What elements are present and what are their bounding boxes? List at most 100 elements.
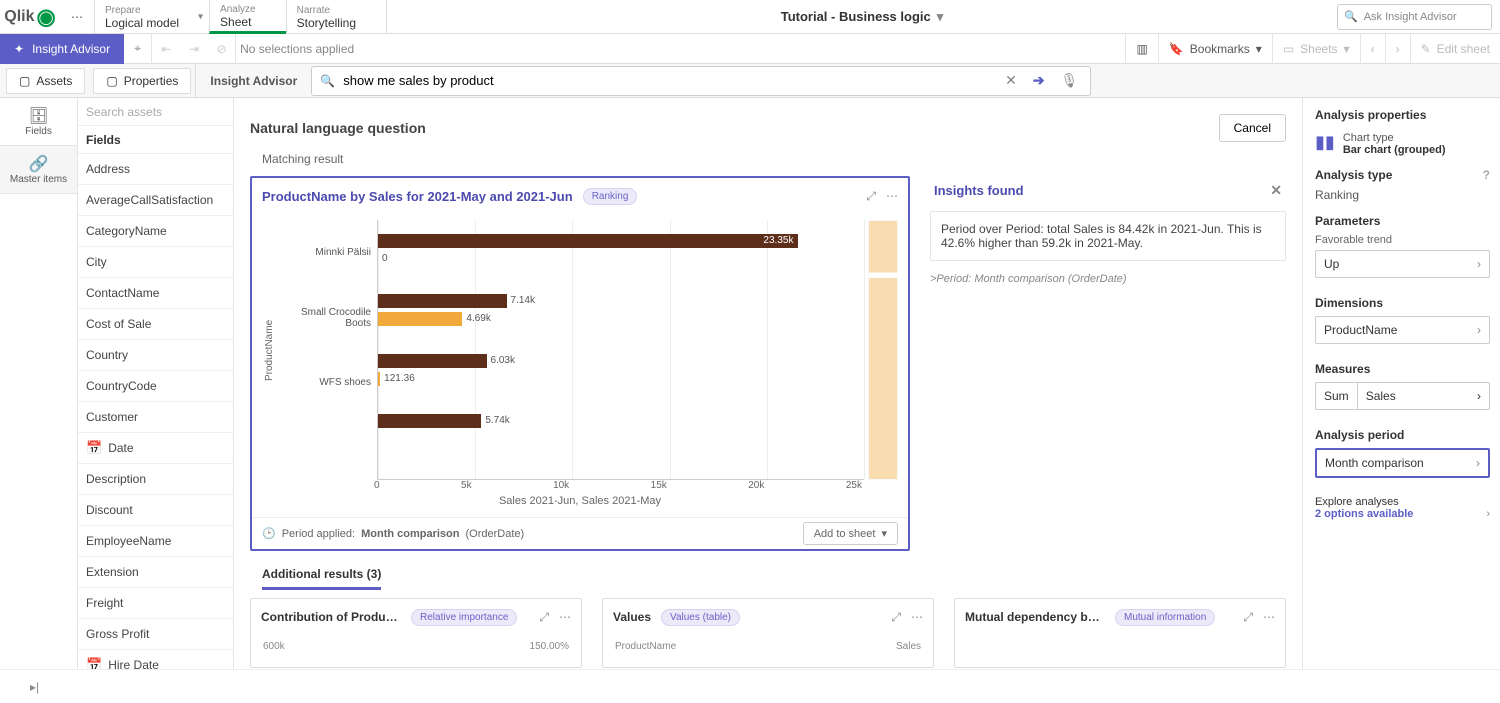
asset-field-item[interactable]: Discount <box>78 495 233 526</box>
asset-field-item[interactable]: Gross Profit <box>78 619 233 650</box>
bar-segment[interactable] <box>378 312 462 326</box>
nlq-search-bar[interactable]: 🔍 ✕ ➔ 🎙 <box>311 66 1091 96</box>
asset-field-item[interactable]: Customer <box>78 402 233 433</box>
chevron-right-icon: › <box>1476 456 1480 470</box>
nav-tab-narrate[interactable]: Narrate Storytelling <box>286 0 387 34</box>
asset-field-label: Hire Date <box>108 658 159 669</box>
app-title[interactable]: Tutorial - Business logic ▾ <box>387 9 1337 25</box>
expand-icon[interactable]: ⤢ <box>891 610 901 625</box>
pencil-icon: ✎ <box>1421 42 1431 56</box>
bookmark-icon: 🔖 <box>1169 42 1184 56</box>
bar-segment[interactable] <box>378 234 798 248</box>
additional-result-card[interactable]: Values Values (table) ⤢ ⋯ ProductName Sa… <box>602 598 934 668</box>
nav-tab-big: Storytelling <box>297 16 356 30</box>
bar-segment[interactable] <box>378 372 380 386</box>
asset-field-item[interactable]: Country <box>78 340 233 371</box>
analysis-badge: Relative importance <box>411 609 517 626</box>
asset-field-label: Country <box>86 348 128 362</box>
additional-result-card[interactable]: Mutual dependency bet... Mutual informat… <box>954 598 1286 668</box>
more-icon[interactable]: ⋯ <box>911 610 923 625</box>
y-category-label <box>277 418 371 478</box>
dimension-select[interactable]: ProductName› <box>1315 316 1490 344</box>
bar-chart-plot[interactable]: 23.35k07.14k4.69k6.03k121.365.74k <box>377 220 864 480</box>
properties-toggle[interactable]: ▢ Properties <box>93 68 191 94</box>
sheets-button[interactable]: ▭ Sheets ▾ <box>1272 34 1360 64</box>
additional-results-tab[interactable]: Additional results (3) <box>262 567 381 590</box>
submit-icon[interactable]: ➔ <box>1029 72 1049 89</box>
chart-title: ProductName by Sales for 2021-May and 20… <box>262 189 573 204</box>
x-tick-label: 5k <box>461 480 472 491</box>
open-panel-icon[interactable]: ▸| <box>30 680 39 694</box>
nav-tab-prepare[interactable]: Prepare Logical model ▾ <box>94 0 209 34</box>
calendar-icon: 📅 <box>86 657 102 669</box>
analysis-period-label: Analysis period <box>1315 428 1490 442</box>
ask-insight-input[interactable]: 🔍 Ask Insight Advisor <box>1337 4 1492 30</box>
asset-field-item[interactable]: ContactName <box>78 278 233 309</box>
mic-icon[interactable]: 🎙 <box>1057 72 1083 89</box>
help-icon[interactable]: ? <box>1483 168 1490 182</box>
step-forward-icon[interactable]: ⇥ <box>180 34 208 64</box>
more-icon[interactable]: ⋯ <box>1263 610 1275 625</box>
selections-tool-icon[interactable]: ▥ <box>1125 34 1157 64</box>
asset-field-item[interactable]: Address <box>78 154 233 185</box>
add-to-sheet-button[interactable]: Add to sheet ▾ <box>803 522 898 545</box>
asset-field-item[interactable]: City <box>78 247 233 278</box>
next-sheet-button[interactable]: › <box>1385 34 1410 64</box>
expand-icon[interactable]: ⤢ <box>866 189 876 204</box>
cancel-button[interactable]: Cancel <box>1219 114 1286 142</box>
asset-field-item[interactable]: EmployeeName <box>78 526 233 557</box>
search-icon: 🔍 <box>320 74 335 88</box>
bar-segment[interactable] <box>378 294 507 308</box>
close-icon[interactable]: ✕ <box>1270 182 1282 199</box>
asset-field-item[interactable]: 📅 Hire Date <box>78 650 233 669</box>
bar-segment[interactable] <box>378 414 481 428</box>
measure-agg[interactable]: Sum <box>1315 382 1357 410</box>
bar-value-label: 4.69k <box>466 313 490 324</box>
fav-trend-label: Favorable trend <box>1315 234 1490 246</box>
additional-card-title: Mutual dependency bet... <box>965 610 1105 624</box>
bar-segment[interactable] <box>378 354 487 368</box>
search-assets-input[interactable]: Search assets <box>78 98 233 126</box>
asset-field-item[interactable]: CountryCode <box>78 371 233 402</box>
asset-field-item[interactable]: CategoryName <box>78 216 233 247</box>
rail-fields[interactable]: 🗄 Fields <box>0 98 77 146</box>
x-tick-label: 15k <box>651 480 667 491</box>
more-icon[interactable]: ⋯ <box>559 610 571 625</box>
edit-sheet-button[interactable]: ✎ Edit sheet <box>1410 34 1500 64</box>
measure-field[interactable]: Sales › <box>1357 382 1490 410</box>
chart-minimap[interactable] <box>868 220 898 480</box>
asset-field-item[interactable]: Description <box>78 464 233 495</box>
asset-field-item[interactable]: Freight <box>78 588 233 619</box>
nlq-input[interactable] <box>343 73 993 88</box>
asset-field-item[interactable]: 📅Date <box>78 433 233 464</box>
step-back-icon[interactable]: ⇤ <box>152 34 180 64</box>
clear-icon[interactable]: ✕ <box>1001 72 1021 89</box>
global-menu-icon[interactable]: ⋯ <box>60 0 94 34</box>
bookmarks-button[interactable]: 🔖 Bookmarks ▾ <box>1158 34 1272 64</box>
measure-select[interactable]: Sum Sales › <box>1315 382 1490 410</box>
nav-tab-analyze[interactable]: Analyze Sheet <box>209 0 286 34</box>
more-icon[interactable]: ⋯ <box>886 189 898 204</box>
insight-advisor-button[interactable]: ✦ Insight Advisor <box>0 34 124 64</box>
smart-search-icon[interactable]: ⌖ <box>124 34 152 64</box>
expand-icon[interactable]: ⤢ <box>1243 610 1253 625</box>
chevron-down-icon: ▾ <box>937 9 944 25</box>
analysis-badge: Ranking <box>583 188 638 205</box>
clear-selections-icon[interactable]: ⊘ <box>208 34 236 64</box>
additional-result-card[interactable]: Contribution of Product... Relative impo… <box>250 598 582 668</box>
fav-trend-select[interactable]: Up› <box>1315 250 1490 278</box>
asset-field-item[interactable]: Cost of Sale <box>78 309 233 340</box>
asset-field-item[interactable]: AverageCallSatisfaction <box>78 185 233 216</box>
asset-field-item[interactable]: Extension <box>78 557 233 588</box>
link-icon: 🔗 <box>29 154 49 174</box>
additional-sub-right: Sales <box>896 641 921 652</box>
x-tick-label: 0 <box>374 480 380 491</box>
prev-sheet-button[interactable]: ‹ <box>1360 34 1385 64</box>
rail-master-items[interactable]: 🔗 Master items <box>0 146 77 194</box>
expand-icon[interactable]: ⤢ <box>539 610 549 625</box>
panel-icon: ▢ <box>19 74 30 88</box>
assets-toggle[interactable]: ▢ Assets <box>6 68 85 94</box>
explore-analyses-button[interactable]: Explore analyses 2 options available› <box>1315 496 1490 520</box>
analysis-period-select[interactable]: Month comparison› <box>1315 448 1490 478</box>
asset-field-label: Address <box>86 162 130 176</box>
